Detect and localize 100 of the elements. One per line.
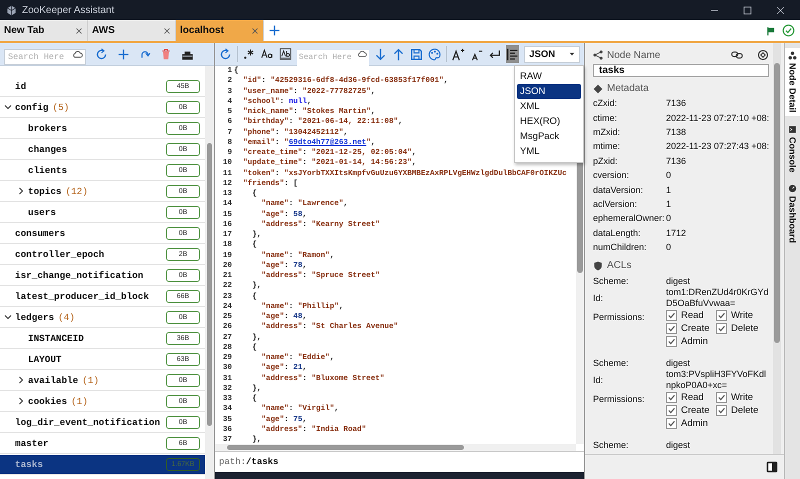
field-label: aclVersion: <box>593 198 638 211</box>
checkbox[interactable]: Delete <box>716 323 766 334</box>
field-value: digest <box>666 438 692 452</box>
checkbox[interactable]: Write <box>716 392 766 404</box>
caret-icon <box>569 51 575 57</box>
checkbox-box[interactable] <box>666 418 677 430</box>
chevron-icon[interactable] <box>4 313 12 321</box>
field-label: mtime: <box>593 140 621 154</box>
checkbox[interactable]: Read <box>666 310 716 322</box>
wrap-icon[interactable] <box>488 48 501 60</box>
checkbox[interactable]: Create <box>666 405 716 416</box>
field-label: numChildren: <box>593 241 648 254</box>
field-label: Id: <box>593 374 604 386</box>
format-button[interactable] <box>506 45 520 63</box>
refresh-icon[interactable] <box>95 48 108 60</box>
dropdown-option[interactable]: JSON <box>517 84 581 99</box>
side-tab[interactable]: Console <box>785 122 800 176</box>
checkbox-box[interactable] <box>716 323 727 334</box>
chevron-icon[interactable] <box>4 103 12 111</box>
chevron-icon[interactable] <box>17 397 25 405</box>
checkbox[interactable]: Delete <box>716 405 766 416</box>
arrow-up-icon[interactable] <box>392 48 405 60</box>
gauge-icon <box>788 184 797 194</box>
panel-toggle-icon[interactable] <box>766 461 778 473</box>
scrollbar[interactable] <box>215 444 576 451</box>
nodes-icon <box>788 51 797 60</box>
checkbox[interactable]: Write <box>716 310 766 322</box>
field-value: 7136 <box>666 154 688 168</box>
maximize-icon[interactable] <box>742 4 753 16</box>
field-value: 7136 <box>666 97 688 110</box>
search-field[interactable]: Search Here <box>296 50 369 66</box>
terminal-icon <box>788 124 797 134</box>
side-tab[interactable]: Dashboard <box>785 181 800 246</box>
dropdown-option[interactable]: HEX(RO) <box>517 114 581 129</box>
scrollbar[interactable] <box>205 66 214 479</box>
close-icon[interactable] <box>75 26 83 34</box>
child-count: (4) <box>58 312 75 323</box>
tab[interactable]: AWS <box>88 20 176 41</box>
checkbox[interactable]: Admin <box>666 418 716 430</box>
shield-icon <box>593 260 603 271</box>
close-icon[interactable] <box>163 26 171 34</box>
dropdown-option[interactable]: YML <box>517 144 581 159</box>
chevron-icon[interactable] <box>17 376 25 384</box>
node-name-field[interactable]: tasks <box>593 64 769 77</box>
section-title: Metadata <box>607 83 649 94</box>
font-increase-icon[interactable] <box>452 48 465 60</box>
checkbox-box[interactable] <box>666 405 677 416</box>
checkbox[interactable]: Read <box>666 392 716 404</box>
chevron-icon[interactable] <box>17 187 25 195</box>
dropdown-option[interactable]: XML <box>517 99 581 114</box>
checkbox-box[interactable] <box>716 392 727 404</box>
scrollbar[interactable] <box>773 43 781 454</box>
cloud-icon <box>72 49 83 60</box>
field-value: 1 <box>666 198 672 211</box>
checkbox-box[interactable] <box>666 323 677 334</box>
field-label: pZxid: <box>593 154 619 168</box>
palette-icon[interactable] <box>428 48 441 60</box>
field-value: 1712 <box>666 226 688 240</box>
plus-icon[interactable] <box>117 48 130 60</box>
dropdown-option[interactable]: MsgPack <box>517 129 581 144</box>
plus-icon[interactable] <box>268 24 281 37</box>
field-label: Scheme: <box>593 438 630 452</box>
format-select[interactable]: JSON <box>524 46 580 62</box>
font-decrease-icon[interactable] <box>470 48 483 60</box>
refresh-icon[interactable] <box>219 48 232 60</box>
check-circle-icon[interactable] <box>782 24 795 37</box>
checkbox[interactable]: Create <box>666 323 716 334</box>
tab[interactable]: New Tab <box>0 20 88 41</box>
align-icon <box>506 48 519 60</box>
field-value: 7138 <box>666 126 688 139</box>
field-value: digest <box>666 356 692 370</box>
field-label: ephemeralOwner: <box>593 212 666 226</box>
field-label: Scheme: <box>593 274 630 288</box>
tab[interactable]: localhost <box>176 20 264 41</box>
checkbox-box[interactable] <box>716 310 727 322</box>
flag-icon[interactable] <box>766 26 776 36</box>
match-case-icon[interactable] <box>260 48 274 60</box>
share-icon <box>593 50 603 60</box>
dropdown-option[interactable]: RAW <box>517 69 581 84</box>
checkbox-box[interactable] <box>716 405 727 416</box>
checkbox-box[interactable] <box>666 310 677 322</box>
side-tab[interactable]: Node Detail <box>785 48 800 116</box>
save-icon[interactable] <box>410 48 423 60</box>
redo-icon[interactable] <box>139 48 151 60</box>
trash-icon[interactable] <box>160 48 172 60</box>
regex-icon[interactable] <box>242 48 255 60</box>
link-icon[interactable] <box>731 49 743 61</box>
arrow-down-icon[interactable] <box>374 48 387 60</box>
field-label: Scheme: <box>593 356 630 370</box>
search-field[interactable]: Search Here <box>4 49 86 65</box>
checkbox-box[interactable] <box>666 336 677 348</box>
checkbox-box[interactable] <box>666 392 677 404</box>
section-title: Node Name <box>607 50 660 60</box>
field-value: tom3:PVspliH3FYVoFKdlnpkoP0A0+xc= <box>666 369 768 390</box>
child-count: (12) <box>65 186 88 197</box>
app-icon <box>6 4 17 16</box>
field-label: cZxid: <box>593 97 618 110</box>
whole-word-icon[interactable] <box>278 48 292 60</box>
field-label: dataLength: <box>593 226 642 240</box>
checkbox[interactable]: Admin <box>666 336 716 348</box>
